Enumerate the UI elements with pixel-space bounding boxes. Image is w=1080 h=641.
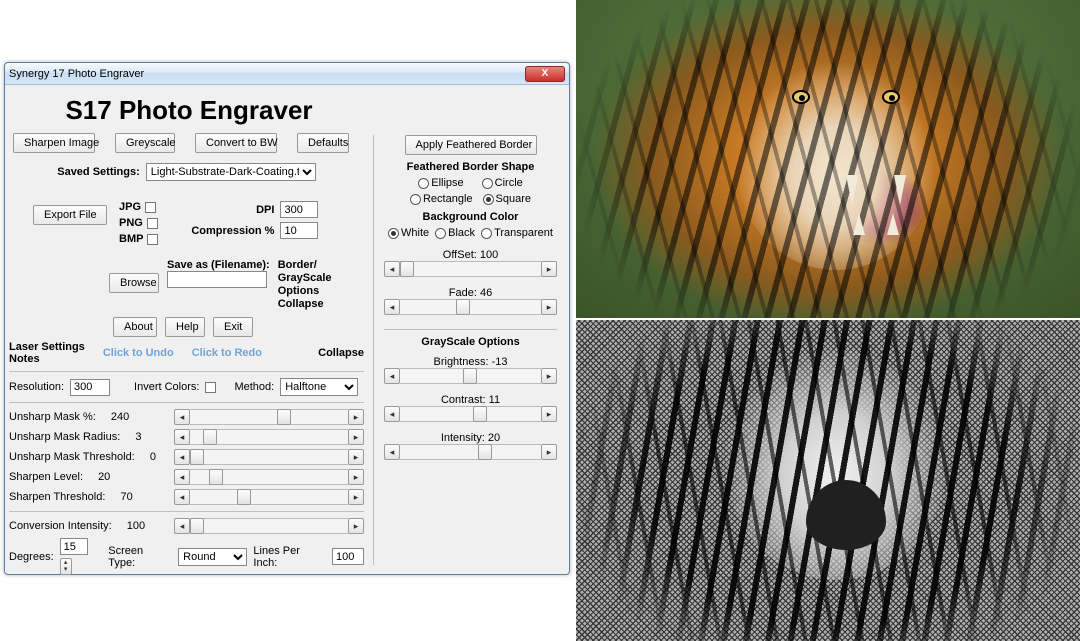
degrees-label: Degrees: — [9, 551, 54, 563]
feathered-border-shape-heading: Feathered Border Shape — [384, 161, 557, 173]
browse-button[interactable]: Browse — [109, 273, 159, 293]
help-button[interactable]: Help — [165, 317, 205, 337]
unsharp-mask-threshold-label: Unsharp Mask Threshold: — [9, 451, 135, 463]
convert-bw-button[interactable]: Convert to BW — [195, 133, 277, 153]
contrast-slider[interactable]: ◂ ▸ — [384, 406, 557, 422]
compression-label: Compression % — [191, 225, 274, 237]
saved-settings-select[interactable]: Light-Substrate-Dark-Coating.txt — [146, 163, 316, 181]
bmp-checkbox[interactable] — [147, 234, 158, 245]
compression-input[interactable] — [280, 222, 318, 239]
sharpen-level-label: Sharpen Level: — [9, 471, 83, 483]
resolution-label: Resolution: — [9, 381, 64, 393]
bg-white-radio[interactable]: White — [388, 227, 429, 239]
shape-circle-radio[interactable]: Circle — [482, 177, 523, 189]
bg-transparent-radio[interactable]: Transparent — [481, 227, 553, 239]
shape-square-radio[interactable]: Square — [483, 193, 531, 205]
bmp-label: BMP — [119, 233, 143, 245]
method-select[interactable]: Halftone — [280, 378, 358, 396]
dpi-input[interactable] — [280, 201, 318, 218]
contrast-label: Contrast: — [441, 394, 486, 406]
laser-notes-label[interactable]: Laser Settings Notes — [9, 341, 85, 365]
app-window: Synergy 17 Photo Engraver X S17 Photo En… — [4, 62, 570, 575]
shape-ellipse-radio[interactable]: Ellipse — [418, 177, 463, 189]
brightness-slider[interactable]: ◂ ▸ — [384, 368, 557, 384]
conversion-intensity-slider[interactable]: ◂ ▸ — [174, 518, 364, 534]
border-collapse-label[interactable]: Border/ GrayScale Options Collapse — [278, 259, 332, 311]
intensity-slider[interactable]: ◂ ▸ — [384, 444, 557, 460]
screen-type-select[interactable]: Round — [178, 548, 247, 566]
left-arrow-icon[interactable]: ◂ — [174, 409, 190, 425]
bg-black-radio[interactable]: Black — [435, 227, 475, 239]
degrees-spinner[interactable]: ▴▾ — [60, 558, 72, 575]
method-label: Method: — [234, 381, 274, 393]
defaults-button[interactable]: Defaults — [297, 133, 349, 153]
jpg-checkbox[interactable] — [145, 202, 156, 213]
degrees-input[interactable] — [60, 538, 88, 555]
sharpen-threshold-label: Sharpen Threshold: — [9, 491, 105, 503]
png-checkbox[interactable] — [147, 218, 158, 229]
saved-settings-label: Saved Settings: — [57, 166, 140, 178]
fade-slider[interactable]: ◂ ▸ — [384, 299, 557, 315]
close-button[interactable]: X — [525, 66, 565, 82]
unsharp-mask-threshold-slider[interactable]: ◂ ▸ — [174, 449, 364, 465]
unsharp-mask-pct-label: Unsharp Mask %: — [9, 411, 96, 423]
redo-link[interactable]: Click to Redo — [192, 347, 262, 359]
intensity-label: Intensity: — [441, 432, 485, 444]
offset-label: OffSet: — [443, 249, 477, 261]
dpi-label: DPI — [256, 204, 274, 216]
saveas-input[interactable] — [167, 271, 267, 288]
fade-label: Fade: — [449, 287, 477, 299]
sharpen-threshold-slider[interactable]: ◂ ▸ — [174, 489, 364, 505]
png-label: PNG — [119, 217, 143, 229]
brightness-label: Brightness: — [434, 356, 489, 368]
preview-processed-image — [576, 320, 1080, 641]
screen-type-label: Screen Type: — [108, 545, 172, 569]
titlebar[interactable]: Synergy 17 Photo Engraver X — [5, 63, 569, 85]
background-color-heading: Background Color — [384, 211, 557, 223]
collapse-link[interactable]: Collapse — [318, 347, 364, 359]
window-title: Synergy 17 Photo Engraver — [9, 68, 525, 80]
sharpen-button[interactable]: Sharpen Image — [13, 133, 95, 153]
export-file-button[interactable]: Export File — [33, 205, 107, 225]
offset-slider[interactable]: ◂ ▸ — [384, 261, 557, 277]
resolution-input[interactable] — [70, 379, 110, 396]
sharpen-level-slider[interactable]: ◂ ▸ — [174, 469, 364, 485]
about-button[interactable]: About — [113, 317, 157, 337]
grayscale-options-heading: GrayScale Options — [384, 336, 557, 348]
unsharp-mask-radius-label: Unsharp Mask Radius: — [9, 431, 120, 443]
unsharp-mask-radius-slider[interactable]: ◂ ▸ — [174, 429, 364, 445]
right-arrow-icon[interactable]: ▸ — [348, 409, 364, 425]
conversion-intensity-label: Conversion Intensity: — [9, 520, 112, 532]
app-heading: S17 Photo Engraver — [19, 95, 359, 126]
unsharp-mask-pct-slider[interactable]: ◂ ▸ — [174, 409, 364, 425]
lpi-label: Lines Per Inch: — [253, 545, 326, 569]
undo-link[interactable]: Click to Undo — [103, 347, 174, 359]
invert-colors-label: Invert Colors: — [134, 381, 199, 393]
greyscale-button[interactable]: Greyscale — [115, 133, 175, 153]
apply-feathered-border-button[interactable]: Apply Feathered Border — [405, 135, 537, 155]
invert-colors-checkbox[interactable] — [205, 382, 216, 393]
shape-rectangle-radio[interactable]: Rectangle — [410, 193, 473, 205]
saveas-label: Save as (Filename): — [167, 259, 270, 271]
lpi-input[interactable] — [332, 548, 364, 565]
jpg-label: JPG — [119, 201, 141, 213]
preview-original-image — [576, 0, 1080, 318]
exit-button[interactable]: Exit — [213, 317, 253, 337]
